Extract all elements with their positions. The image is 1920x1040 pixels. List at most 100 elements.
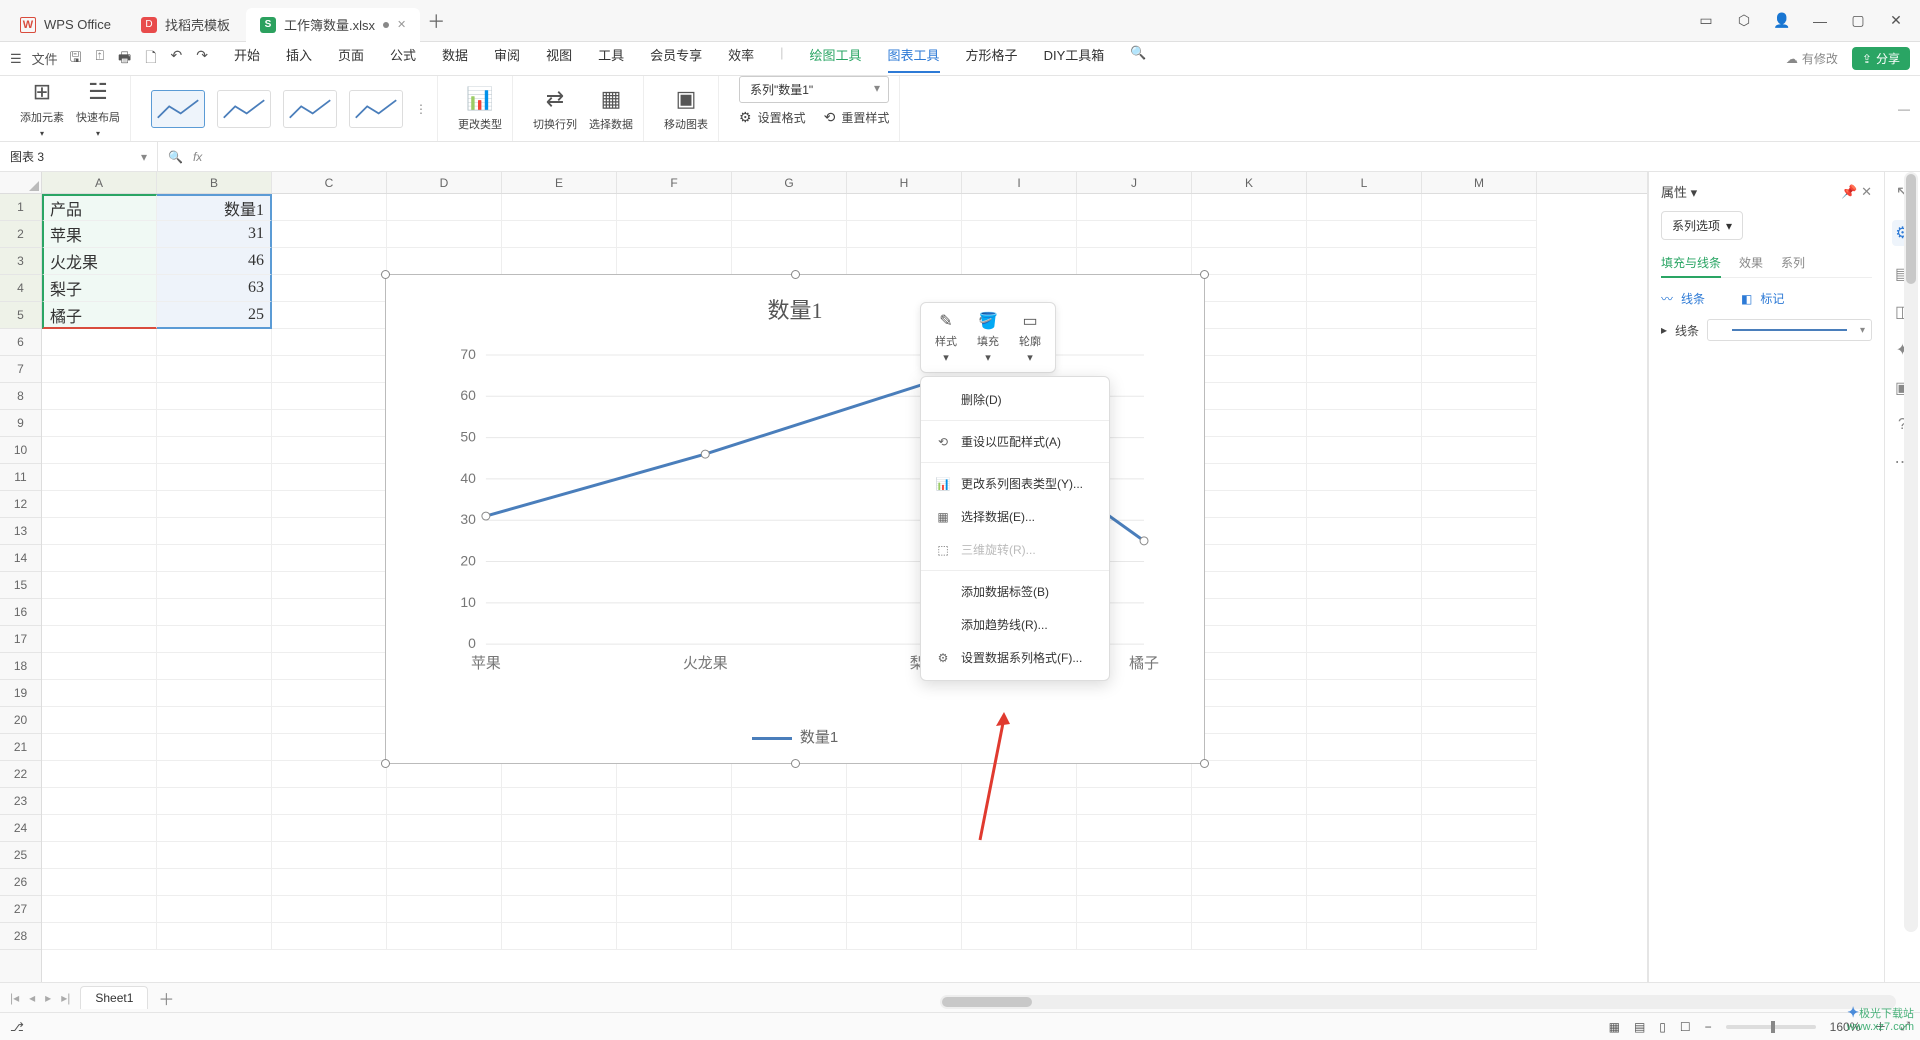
chart-title[interactable]: 数量1 [386, 293, 1204, 325]
tab-insert[interactable]: 插入 [286, 45, 312, 73]
move-chart-button[interactable]: ▣移动图表 [664, 86, 708, 132]
ctx-item[interactable]: 添加数据标签(B) [921, 575, 1109, 608]
ctx-item[interactable]: 删除(D) [921, 383, 1109, 416]
row-headers[interactable]: 1234567891011121314151617181920212223242… [0, 194, 42, 1012]
close-icon[interactable]: ✕ [397, 18, 406, 31]
status-mode-icon[interactable]: ⎇ [10, 1020, 24, 1034]
fx-icon[interactable]: fx [193, 150, 202, 164]
reset-style-button[interactable]: ⟲重置样式 [824, 109, 890, 126]
series-options-dropdown[interactable]: 系列选项▾ [1661, 211, 1743, 240]
file-menu[interactable]: 文件 [32, 49, 58, 68]
name-box[interactable]: 图表 3▾ [0, 142, 158, 171]
switch-rc-button[interactable]: ⇄切换行列 [533, 86, 577, 132]
view-read-icon[interactable]: ☐ [1680, 1020, 1691, 1034]
cloud-status[interactable]: ☁有修改 [1786, 50, 1838, 67]
resize-handle[interactable] [381, 270, 390, 279]
tab-square[interactable]: 方形格子 [966, 45, 1018, 73]
tab-docer[interactable]: D找稻壳模板 [127, 8, 244, 42]
expand-icon[interactable]: ▸ [1661, 323, 1667, 337]
sheet-nav-prev[interactable]: ◂ [29, 991, 35, 1005]
close-window-icon[interactable]: ✕ [1886, 11, 1906, 31]
style-more-icon[interactable]: ⋮ [415, 102, 427, 116]
sheet-nav-last[interactable]: ▸| [61, 991, 70, 1005]
save-icon[interactable]: 🖫 [70, 47, 82, 71]
tab-formula[interactable]: 公式 [390, 45, 416, 73]
tab-drawing-tools[interactable]: 绘图工具 [810, 45, 862, 73]
tab-review[interactable]: 审阅 [494, 45, 520, 73]
redo-icon[interactable]: ↷ [196, 47, 208, 71]
pane-close-icon[interactable]: ✕ [1861, 184, 1872, 199]
select-data-button[interactable]: ▦选择数据 [589, 86, 633, 132]
tab-member[interactable]: 会员专享 [650, 45, 702, 73]
add-sheet-button[interactable]: ＋ [158, 986, 174, 1010]
print-icon[interactable]: 🖶 [118, 47, 131, 71]
tab-wps[interactable]: WWPS Office [6, 8, 125, 42]
column-headers[interactable]: ABCDEFGHIJKLM [42, 172, 1647, 194]
select-all-corner[interactable] [0, 172, 42, 194]
ribbon-collapse-icon[interactable]: — [1898, 102, 1910, 116]
tab-diy[interactable]: DIY工具箱 [1044, 45, 1105, 73]
view-break-icon[interactable]: ▯ [1659, 1020, 1666, 1034]
tab-start[interactable]: 开始 [234, 45, 260, 73]
style-thumb-2[interactable] [217, 90, 271, 128]
set-format-button[interactable]: ⚙设置格式 [739, 109, 806, 126]
ctx-item[interactable]: ▦选择数据(E)... [921, 500, 1109, 533]
preview-icon[interactable]: 🗋 [145, 47, 156, 71]
style-thumb-4[interactable] [349, 90, 403, 128]
cube-icon[interactable]: ⬡ [1734, 11, 1754, 31]
hamburger-icon[interactable]: ☰ [10, 51, 22, 67]
tab-add[interactable]: ＋ [422, 7, 450, 35]
link-line[interactable]: 线条 [1681, 290, 1705, 307]
tab-tools[interactable]: 工具 [598, 45, 624, 73]
style-thumb-3[interactable] [283, 90, 337, 128]
tab-page[interactable]: 页面 [338, 45, 364, 73]
resize-handle[interactable] [1200, 270, 1209, 279]
view-page-icon[interactable]: ▤ [1634, 1020, 1645, 1034]
sheet-nav-next[interactable]: ▸ [45, 991, 51, 1005]
minimize-icon[interactable]: — [1810, 11, 1830, 31]
change-type-button[interactable]: 📊更改类型 [458, 86, 502, 132]
rp-tab-series[interactable]: 系列 [1781, 254, 1805, 271]
tab-view[interactable]: 视图 [546, 45, 572, 73]
spreadsheet[interactable]: ABCDEFGHIJKLM 12345678910111213141516171… [0, 172, 1648, 1012]
maximize-icon[interactable]: ▢ [1848, 11, 1868, 31]
tab-workbook[interactable]: S工作簿数量.xlsx✕ [246, 8, 420, 42]
export-icon[interactable]: ⍐ [96, 47, 104, 71]
link-marker[interactable]: 标记 [1760, 290, 1784, 307]
pin-icon[interactable]: 📌 [1841, 184, 1857, 199]
quick-layout-button[interactable]: ☱快速布局▾ [76, 79, 120, 138]
resize-handle[interactable] [791, 270, 800, 279]
zoom-slider[interactable] [1726, 1025, 1816, 1029]
rp-tab-effect[interactable]: 效果 [1739, 254, 1763, 271]
ctx-item[interactable]: 添加趋势线(R)... [921, 608, 1109, 641]
mini-fill-button[interactable]: 🪣填充▾ [967, 309, 1009, 366]
avatar-icon[interactable]: 👤 [1772, 11, 1792, 31]
vertical-scrollbar[interactable] [1904, 172, 1918, 932]
resize-handle[interactable] [1200, 759, 1209, 768]
sheet-tab[interactable]: Sheet1 [80, 986, 148, 1009]
horizontal-scrollbar[interactable] [940, 995, 1896, 1009]
ctx-item[interactable]: 📊更改系列图表类型(Y)... [921, 467, 1109, 500]
resize-handle[interactable] [381, 759, 390, 768]
view-normal-icon[interactable]: ▦ [1609, 1020, 1620, 1034]
zoom-fx-icon[interactable]: 🔍 [168, 150, 183, 164]
zoom-out-icon[interactable]: − [1705, 1020, 1712, 1034]
series-select[interactable]: 系列"数量1" [739, 76, 889, 103]
mini-style-button[interactable]: ✎样式▾ [925, 309, 967, 366]
sheet-nav-first[interactable]: |◂ [10, 991, 19, 1005]
chart-legend[interactable]: 数量1 [386, 726, 1204, 747]
style-thumb-1[interactable] [151, 90, 205, 128]
share-button[interactable]: ⇪分享 [1852, 47, 1910, 70]
tab-efficiency[interactable]: 效率 [728, 45, 754, 73]
tab-data[interactable]: 数据 [442, 45, 468, 73]
rp-tab-fill[interactable]: 填充与线条 [1661, 254, 1721, 278]
mini-outline-button[interactable]: ▭轮廓▾ [1009, 309, 1051, 366]
search-icon[interactable]: 🔍 [1130, 45, 1146, 73]
undo-icon[interactable]: ↶ [171, 47, 183, 71]
resize-handle[interactable] [791, 759, 800, 768]
add-element-button[interactable]: ⊞添加元素▾ [20, 79, 64, 138]
ctx-item[interactable]: ⟲重设以匹配样式(A) [921, 425, 1109, 458]
tab-chart-tools[interactable]: 图表工具 [888, 45, 940, 73]
line-style-dropdown[interactable] [1707, 319, 1872, 341]
ctx-item[interactable]: ⚙设置数据系列格式(F)... [921, 641, 1109, 674]
